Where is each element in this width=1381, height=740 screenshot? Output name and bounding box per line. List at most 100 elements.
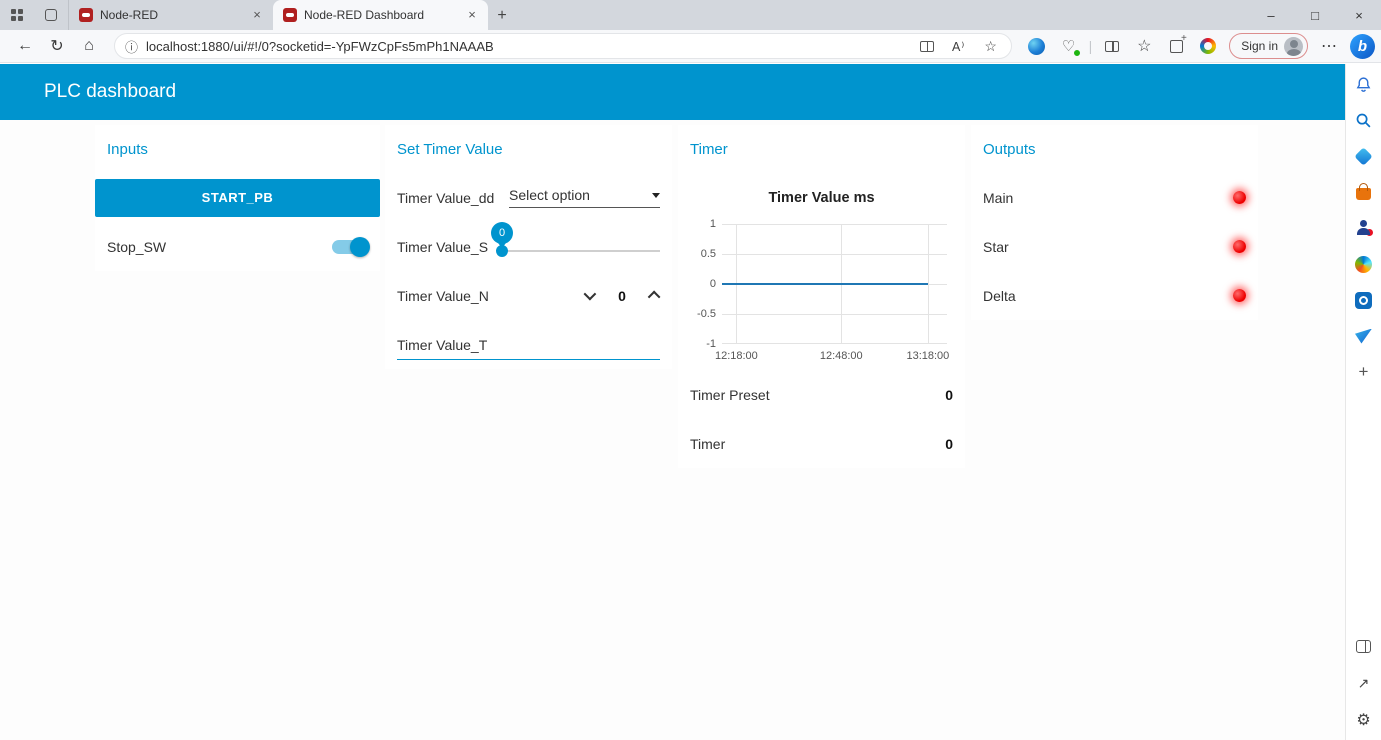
x-tick: 13:18:00 (906, 350, 950, 362)
slider-track[interactable] (497, 249, 660, 252)
page-title: PLC dashboard (44, 81, 177, 102)
tab-close-icon[interactable]: × (249, 7, 265, 23)
outlook-icon[interactable] (1352, 288, 1376, 312)
timer-value: 0 (945, 435, 953, 452)
x-tick: 12:18:00 (714, 350, 758, 362)
open-external-icon[interactable]: ↗ (1352, 671, 1376, 695)
group-title: Inputs (107, 140, 148, 158)
y-tick: -1 (706, 338, 716, 350)
square-glyph (45, 9, 57, 21)
browser-essentials-icon[interactable]: ♡ (1054, 33, 1084, 59)
start-pb-row: START_PB (95, 173, 380, 222)
led-label: Delta (983, 287, 1016, 304)
workspaces-icon[interactable] (0, 0, 34, 30)
extension-glyph (1200, 38, 1217, 54)
refresh-icon[interactable]: ↻ (42, 33, 72, 59)
more-menu-icon[interactable]: ⋯ (1314, 33, 1344, 59)
collections-icon[interactable] (1161, 33, 1191, 59)
home-icon[interactable]: ⌂ (74, 33, 104, 59)
led-row-main: Main (971, 173, 1258, 222)
timer-label: Timer (690, 435, 726, 452)
split-screen-icon[interactable] (915, 35, 939, 57)
slider-thumb[interactable] (496, 244, 508, 257)
add-sidebar-app-icon[interactable]: + (1352, 360, 1376, 384)
timer-value-t-input[interactable] (397, 359, 660, 360)
tab-title: Node-RED (100, 8, 159, 22)
favorites-star-icon[interactable]: ☆ (979, 35, 1003, 57)
group-title: Outputs (983, 140, 1036, 158)
led-row-delta: Delta (971, 271, 1258, 320)
sidebar-panel-icon[interactable] (1352, 634, 1376, 658)
app-drop-icon[interactable] (1352, 144, 1376, 168)
designer-icon[interactable] (1352, 252, 1376, 276)
slider-value-bubble: 0 (491, 221, 513, 248)
diamond-glyph (1354, 146, 1373, 166)
group-title: Set Timer Value (397, 140, 503, 158)
shopping-icon[interactable] (1352, 180, 1376, 204)
edge-sidebar: + ↗ ⚙ (1345, 64, 1381, 740)
led-indicator-delta (1233, 289, 1246, 302)
notifications-bell-icon[interactable] (1352, 72, 1376, 96)
panel-glyph (1356, 639, 1371, 653)
stop-sw-toggle[interactable] (332, 236, 370, 257)
toggle-knob (350, 236, 370, 257)
favorites-icon[interactable]: ☆ (1129, 33, 1159, 59)
close-button[interactable]: × (1337, 0, 1381, 30)
start-wing-icon[interactable] (1352, 324, 1376, 348)
tab-close-icon[interactable]: × (464, 7, 480, 23)
chevron-down-icon (652, 192, 660, 198)
bag-glyph (1356, 183, 1371, 200)
games-icon[interactable] (1352, 216, 1376, 240)
x-tick: 12:48:00 (819, 350, 863, 362)
timer-value-s-slider[interactable]: 0 (491, 221, 660, 262)
wing-glyph (1355, 328, 1372, 344)
y-tick: 1 (709, 218, 716, 230)
extension-globe-icon[interactable] (1022, 33, 1052, 59)
search-icon[interactable] (1352, 108, 1376, 132)
led-label: Main (983, 189, 1014, 206)
timer-value-dd-dropdown[interactable]: Select option (509, 187, 660, 208)
address-bar[interactable]: ⓘ localhost:1880/ui/#!/0?socketid=-YpFWz… (114, 33, 1012, 59)
node-red-dashboard-page: PLC dashboard Inputs START_PB Stop_SW Se… (0, 64, 1345, 740)
window-controls: – □ × (1249, 0, 1381, 30)
timer-value-s-row: Timer Value_S 0 (385, 221, 672, 271)
sign-in-button[interactable]: Sign in (1229, 33, 1308, 59)
dropdown-value: Select option (509, 187, 590, 203)
new-tab-button[interactable]: + (488, 2, 516, 30)
panes-glyph (919, 40, 934, 52)
tab-actions-icon[interactable] (34, 0, 68, 30)
site-info-icon[interactable]: ⓘ (125, 37, 138, 56)
chart-plot: 1 0.5 0 -0.5 -1 12:18:00 12:48:00 13:18:… (688, 218, 955, 370)
avatar (1284, 36, 1303, 56)
settings-gear-icon[interactable]: ⚙ (1352, 708, 1376, 732)
led-indicator-main (1233, 191, 1246, 204)
group-title: Timer (690, 140, 728, 158)
y-tick: 0 (709, 278, 716, 290)
led-row-star: Star (971, 222, 1258, 271)
numeric-value: 0 (618, 287, 626, 304)
read-aloud-icon[interactable]: A⁾ (947, 35, 971, 57)
person-glyph (1356, 220, 1373, 236)
url-text[interactable]: localhost:1880/ui/#!/0?socketid=-YpFWzCp… (146, 39, 907, 54)
designer-glyph (1355, 255, 1372, 273)
bing-copilot-icon[interactable]: b (1350, 33, 1375, 59)
copilot-sidebar-icon[interactable] (1097, 33, 1127, 59)
node-red-dashboard-favicon-icon (283, 8, 297, 22)
outlook-glyph (1355, 291, 1372, 309)
led-indicator-star (1233, 240, 1246, 253)
back-icon[interactable]: ← (10, 33, 40, 59)
browser-window: Node-RED × Node-RED Dashboard × + – □ × … (0, 0, 1381, 740)
maximize-button[interactable]: □ (1293, 0, 1337, 30)
text-input-label: Timer Value_T (397, 336, 488, 353)
extension-icon[interactable] (1193, 33, 1223, 59)
tab-node-red[interactable]: Node-RED × (68, 0, 273, 30)
y-tick: -0.5 (697, 308, 716, 320)
group-set-timer-value: Set Timer Value Timer Value_dd Select op… (385, 125, 672, 369)
group-timer: Timer Timer Value ms 1 0.5 0 -0.5 -1 12:… (678, 125, 965, 468)
start-pb-button[interactable]: START_PB (95, 178, 380, 217)
tab-node-red-dashboard[interactable]: Node-RED Dashboard × (273, 0, 488, 30)
stop-sw-label: Stop_SW (107, 238, 167, 255)
navigation-bar: ← ↻ ⌂ ⓘ localhost:1880/ui/#!/0?socketid=… (0, 30, 1381, 63)
minimize-button[interactable]: – (1249, 0, 1293, 30)
timer-chart: Timer Value ms 1 0.5 0 -0.5 -1 12:18:00 … (678, 173, 965, 370)
